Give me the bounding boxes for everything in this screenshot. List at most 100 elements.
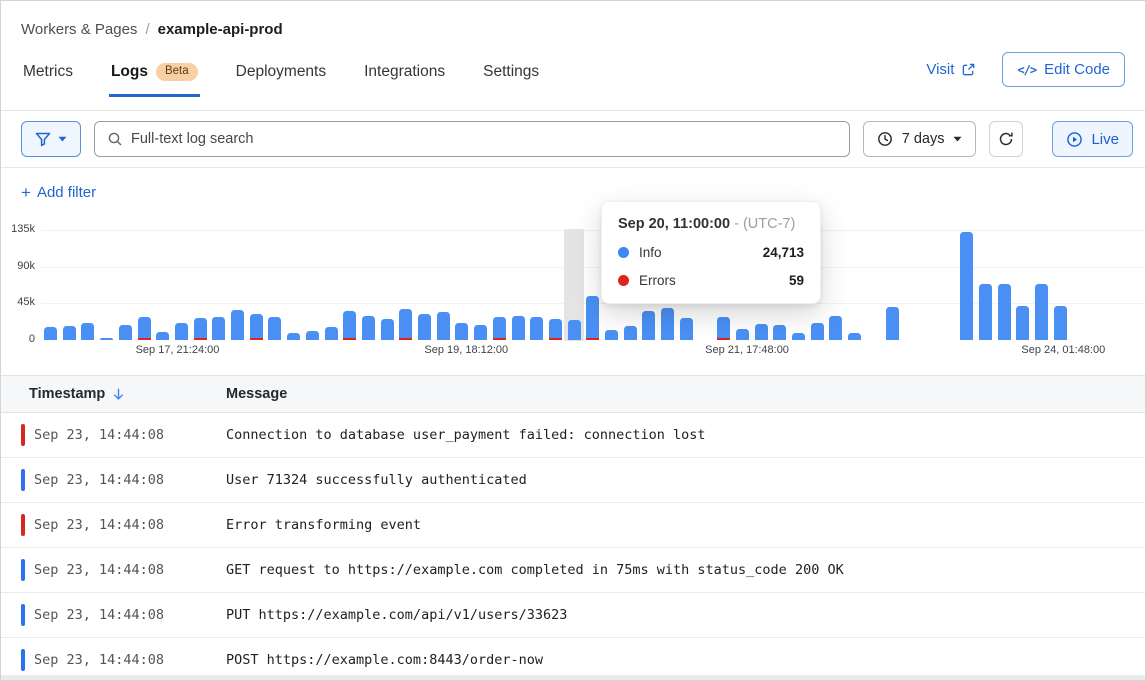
chart-bar[interactable] bbox=[306, 331, 319, 340]
chart-bar-error-segment bbox=[138, 338, 151, 340]
tab-deployments[interactable]: Deployments bbox=[234, 55, 328, 97]
log-timestamp: Sep 23, 14:44:08 bbox=[34, 517, 204, 533]
add-filter-button[interactable]: + Add filter bbox=[21, 184, 96, 201]
chart-bar[interactable] bbox=[437, 312, 450, 340]
chart-bar[interactable] bbox=[44, 327, 57, 340]
chart-bar[interactable] bbox=[1035, 284, 1048, 340]
plus-icon: + bbox=[21, 184, 31, 201]
chart-bar[interactable] bbox=[605, 330, 618, 340]
chart-bar[interactable] bbox=[418, 314, 431, 340]
chart-tooltip: Sep 20, 11:00:00 - (UTC-7) Info 24,713 E… bbox=[601, 201, 821, 304]
chart-bar[interactable] bbox=[829, 316, 842, 340]
chart-bar[interactable] bbox=[717, 317, 730, 340]
tab-integrations[interactable]: Integrations bbox=[362, 55, 447, 97]
filter-menu-button[interactable] bbox=[21, 121, 81, 157]
time-range-button[interactable]: 7 days bbox=[863, 121, 977, 157]
refresh-button[interactable] bbox=[989, 121, 1023, 157]
chart-bar[interactable] bbox=[100, 338, 113, 340]
sort-desc-icon bbox=[111, 387, 126, 402]
chart-bar[interactable] bbox=[661, 308, 674, 340]
play-circle-icon bbox=[1066, 131, 1083, 148]
chart-bar[interactable] bbox=[1016, 306, 1029, 340]
errors-dot-icon bbox=[618, 275, 629, 286]
tab-settings[interactable]: Settings bbox=[481, 55, 541, 97]
chart-bar[interactable] bbox=[362, 316, 375, 340]
severity-indicator-error bbox=[21, 514, 25, 536]
chart-bar[interactable] bbox=[250, 314, 263, 340]
chart-bar[interactable] bbox=[156, 332, 169, 340]
search-box[interactable] bbox=[94, 121, 850, 157]
chart-bar[interactable] bbox=[549, 319, 562, 340]
chart-gridline bbox=[41, 230, 1145, 231]
chart-bar[interactable] bbox=[474, 325, 487, 340]
timestamp-header-label: Timestamp bbox=[29, 386, 105, 402]
chart-bar[interactable] bbox=[530, 317, 543, 340]
log-message: POST https://example.com:8443/order-now bbox=[226, 652, 543, 668]
chart-bar[interactable] bbox=[568, 320, 581, 340]
chart-bar[interactable] bbox=[755, 324, 768, 340]
chart-bar[interactable] bbox=[343, 311, 356, 340]
chart-bar[interactable] bbox=[231, 310, 244, 340]
tab-metrics[interactable]: Metrics bbox=[21, 55, 75, 97]
log-message: PUT https://example.com/api/v1/users/336… bbox=[226, 607, 567, 623]
chart-bar[interactable] bbox=[399, 309, 412, 340]
workers-logs-page: Workers & Pages / example-api-prod Metri… bbox=[0, 0, 1146, 681]
chart-bar[interactable] bbox=[63, 326, 76, 340]
chart-bar[interactable] bbox=[960, 232, 973, 340]
chart-bar[interactable] bbox=[792, 333, 805, 340]
chart-bar-error-segment bbox=[343, 338, 356, 340]
edit-code-label: Edit Code bbox=[1044, 61, 1110, 78]
tooltip-series-label: Errors bbox=[639, 273, 676, 288]
edit-code-button[interactable]: </> Edit Code bbox=[1002, 52, 1125, 87]
live-label: Live bbox=[1091, 131, 1119, 148]
chart-bar[interactable] bbox=[886, 307, 899, 340]
chart-bar[interactable] bbox=[81, 323, 94, 340]
severity-indicator-error bbox=[21, 424, 25, 446]
column-header-message[interactable]: Message bbox=[226, 385, 287, 403]
log-row[interactable]: Sep 23, 14:44:08GET request to https://e… bbox=[1, 548, 1145, 593]
chart-bar-error-segment bbox=[717, 338, 730, 340]
code-icon: </> bbox=[1017, 63, 1036, 77]
chart-bar[interactable] bbox=[979, 284, 992, 340]
chart-bar[interactable] bbox=[811, 323, 824, 340]
chart-bar[interactable] bbox=[586, 296, 599, 340]
chart-bar[interactable] bbox=[381, 319, 394, 340]
chart-bar[interactable] bbox=[212, 317, 225, 340]
external-link-icon bbox=[961, 62, 976, 77]
log-table-body: Sep 23, 14:44:08Connection to database u… bbox=[1, 413, 1145, 681]
chart-bar[interactable] bbox=[736, 329, 749, 340]
visit-link[interactable]: Visit bbox=[926, 61, 976, 78]
log-timestamp: Sep 23, 14:44:08 bbox=[34, 472, 204, 488]
chart-bar[interactable] bbox=[680, 318, 693, 340]
log-row[interactable]: Sep 23, 14:44:08User 71324 successfully … bbox=[1, 458, 1145, 503]
chart-bar[interactable] bbox=[512, 316, 525, 340]
chart-bar[interactable] bbox=[194, 318, 207, 340]
tab-label: Integrations bbox=[364, 63, 445, 81]
chart-bar[interactable] bbox=[325, 327, 338, 340]
chart-bar[interactable] bbox=[175, 323, 188, 340]
chart-bar[interactable] bbox=[268, 317, 281, 340]
chart-bar[interactable] bbox=[848, 333, 861, 340]
log-row[interactable]: Sep 23, 14:44:08Error transforming event bbox=[1, 503, 1145, 548]
tab-logs[interactable]: Logs Beta bbox=[109, 55, 200, 97]
chart-bar[interactable] bbox=[998, 284, 1011, 340]
log-row[interactable]: Sep 23, 14:44:08PUT https://example.com/… bbox=[1, 593, 1145, 638]
column-header-timestamp[interactable]: Timestamp bbox=[29, 386, 226, 402]
tooltip-series-value: 59 bbox=[789, 273, 804, 288]
chart-bar[interactable] bbox=[493, 317, 506, 340]
breadcrumb-section[interactable]: Workers & Pages bbox=[21, 21, 137, 38]
chart-bar[interactable] bbox=[119, 325, 132, 340]
chart-bar[interactable] bbox=[642, 311, 655, 340]
chart-bar[interactable] bbox=[287, 333, 300, 340]
log-row[interactable]: Sep 23, 14:44:08Connection to database u… bbox=[1, 413, 1145, 458]
chart-bar[interactable] bbox=[773, 325, 786, 340]
chart-gridline bbox=[41, 267, 1145, 268]
y-axis-tick: 90k bbox=[1, 260, 35, 272]
chart-bar[interactable] bbox=[624, 326, 637, 340]
chart-bar[interactable] bbox=[138, 317, 151, 340]
search-input[interactable] bbox=[131, 131, 837, 147]
chart-bar[interactable] bbox=[1054, 306, 1067, 340]
chart-bar[interactable] bbox=[455, 323, 468, 340]
refresh-icon bbox=[998, 131, 1014, 147]
live-button[interactable]: Live bbox=[1052, 121, 1133, 157]
